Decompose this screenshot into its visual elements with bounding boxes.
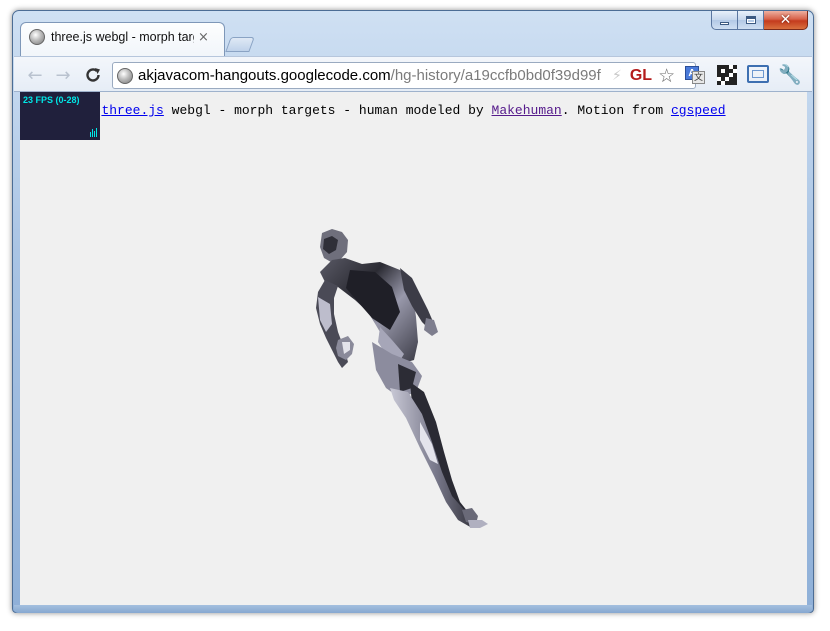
globe-icon [29, 29, 45, 45]
browser-toolbar: ← → akjavacom-hangouts.googlecode.com/hg… [14, 56, 812, 92]
minimize-icon [720, 21, 729, 25]
back-button[interactable]: ← [24, 64, 46, 86]
url-domain: akjavacom-hangouts.googlecode.com [138, 67, 391, 84]
cgspeed-link[interactable]: cgspeed [671, 103, 726, 118]
maximize-icon [745, 16, 756, 24]
makehuman-link[interactable]: Makehuman [492, 103, 562, 118]
window-caption-buttons: ✕ [711, 11, 808, 31]
bookmark-star-icon[interactable]: ☆ [658, 65, 675, 87]
info-text-2: . Motion from [561, 103, 671, 118]
url-text[interactable]: akjavacom-hangouts.googlecode.com/hg-his… [138, 67, 608, 84]
webgl-badge[interactable]: GL [630, 67, 652, 85]
tab-title: three.js webgl - morph targ [51, 30, 194, 44]
page-info-globe-icon[interactable] [117, 67, 133, 84]
bolt-icon[interactable]: ⚡ [612, 68, 622, 84]
reload-icon [86, 68, 100, 82]
url-path: /hg-history/a19ccfb0bd0f39d99f [390, 67, 601, 84]
tab-close-icon[interactable]: × [198, 30, 209, 45]
forward-button[interactable]: → [52, 64, 74, 86]
window-bottom-frame [14, 605, 812, 613]
page-content: three.js webgl - morph targets - human m… [20, 92, 807, 605]
info-text-1: webgl - morph targets - human modeled by [163, 103, 492, 118]
address-bar[interactable]: akjavacom-hangouts.googlecode.com/hg-his… [112, 62, 696, 89]
fps-stats-panel[interactable]: 23 FPS (0-28) [20, 92, 100, 140]
tab-threejs-morph[interactable]: three.js webgl - morph targ × [20, 22, 225, 57]
morph-human-figure [316, 229, 488, 528]
minimize-button[interactable] [711, 11, 738, 30]
wrench-menu-button[interactable]: 🔧 [778, 65, 802, 85]
qr-code-icon[interactable] [717, 65, 737, 85]
fullscreen-icon[interactable] [747, 65, 769, 83]
translate-icon[interactable]: A 文 [685, 65, 705, 85]
back-arrow-icon: ← [27, 64, 43, 86]
forward-arrow-icon: → [55, 64, 71, 86]
wrench-icon: 🔧 [778, 64, 802, 86]
close-window-button[interactable]: ✕ [764, 11, 808, 30]
maximize-button[interactable] [738, 11, 764, 30]
fps-readout: 23 FPS (0-28) [23, 95, 80, 105]
reload-button[interactable] [82, 64, 104, 86]
info-caption: three.js webgl - morph targets - human m… [20, 103, 807, 118]
threejs-link[interactable]: three.js [101, 103, 163, 118]
close-icon: ✕ [779, 12, 792, 28]
fps-graph [23, 123, 97, 137]
